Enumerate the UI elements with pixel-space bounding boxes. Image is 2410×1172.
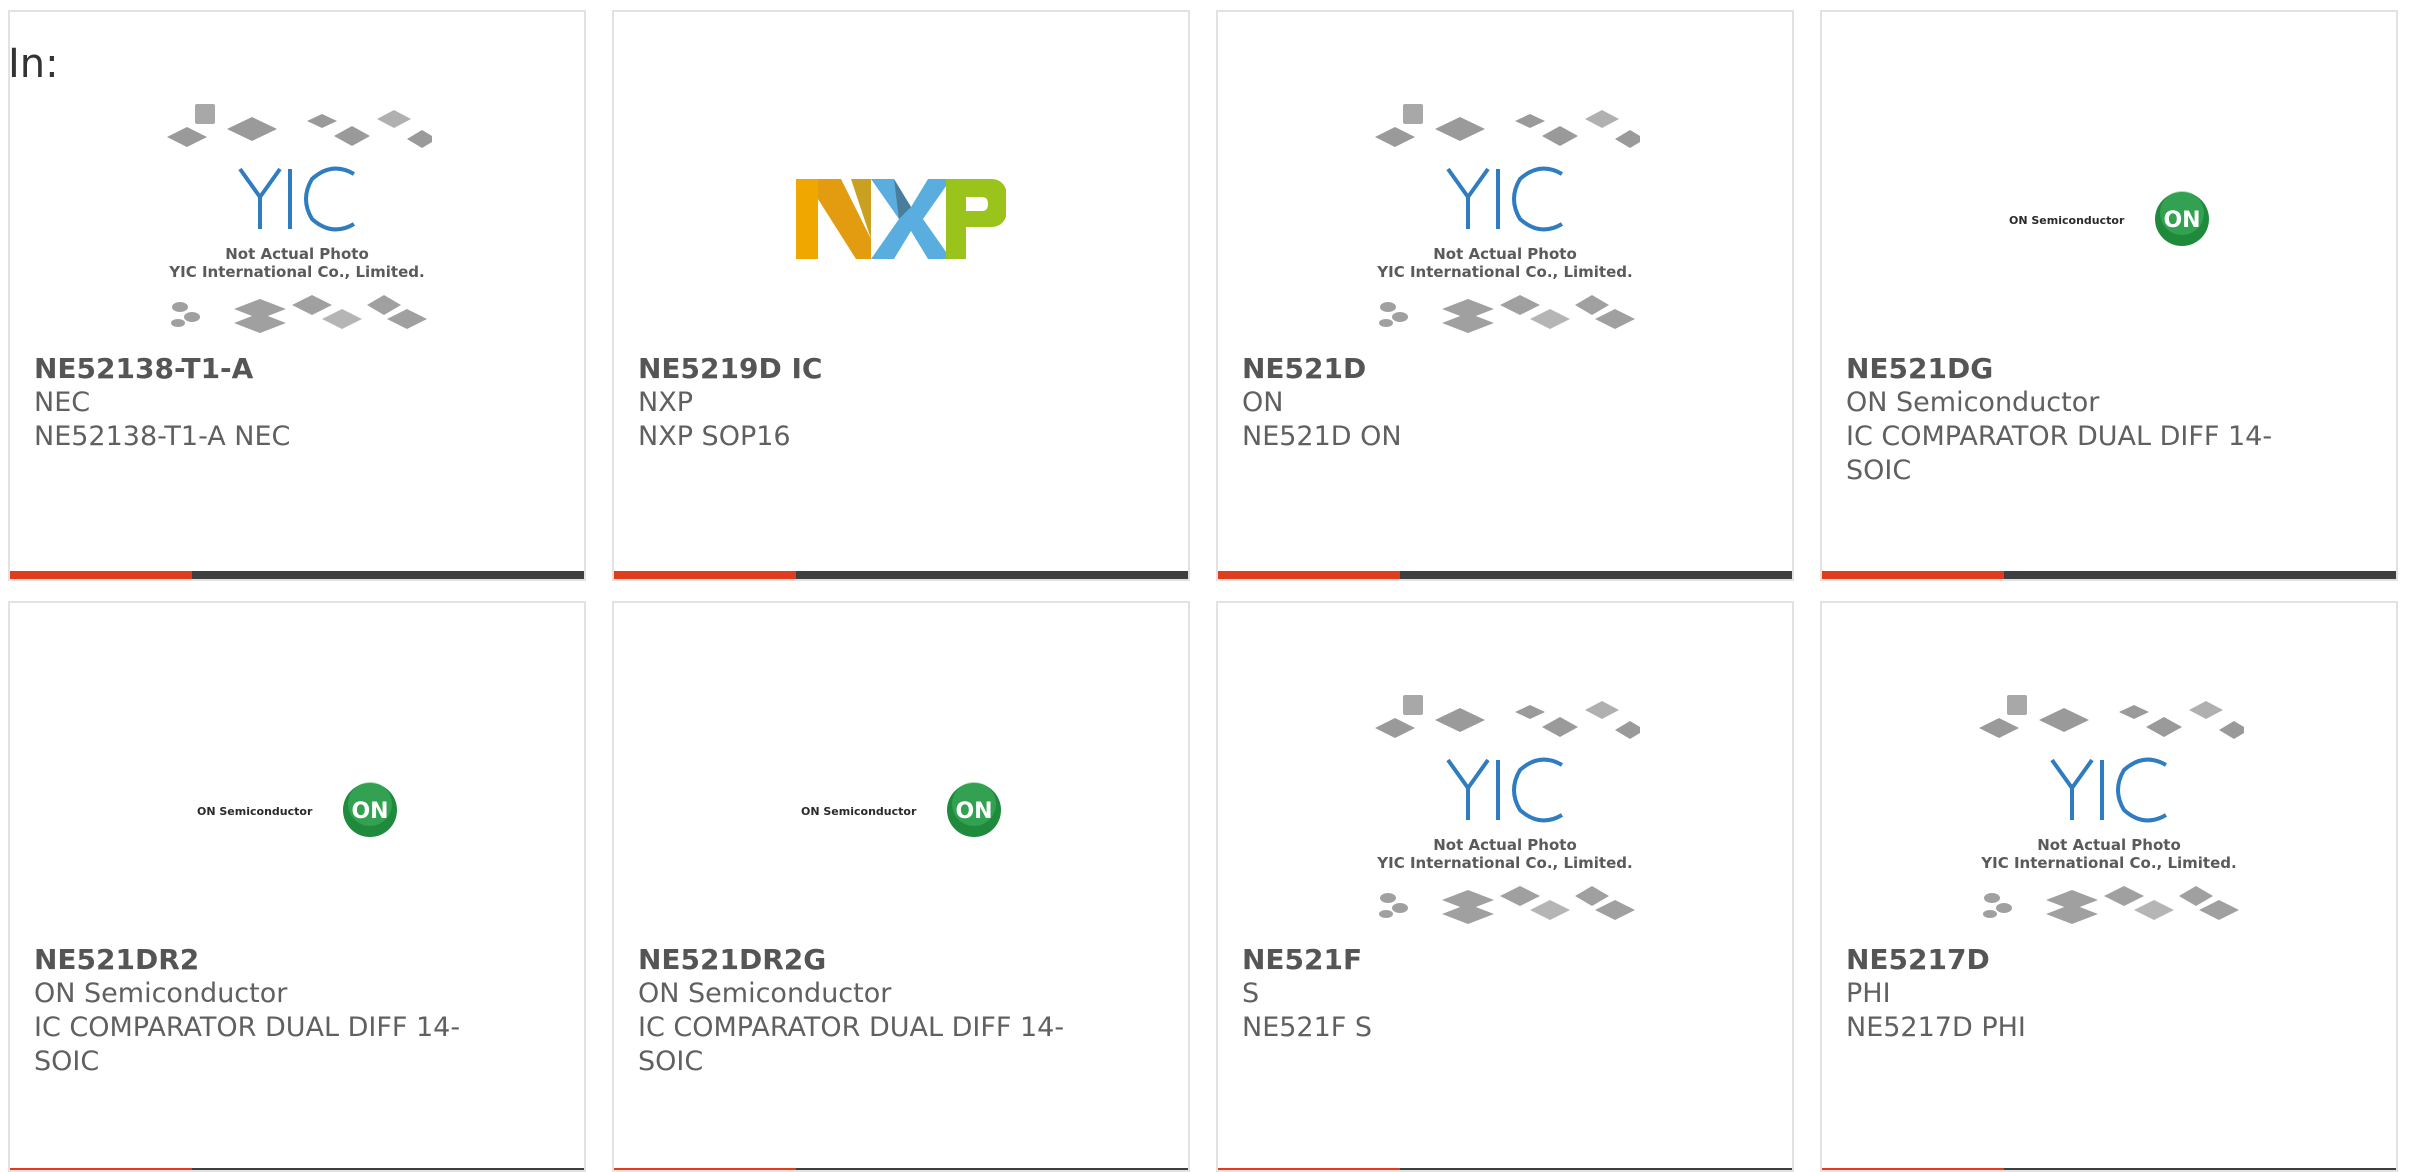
product-info: NE5217D PHI NE5217D PHI xyxy=(1846,943,2366,1045)
product-card[interactable]: ON Semiconductor ON NE521DR2 ON Semicond… xyxy=(8,601,586,1172)
description: IC COMPARATOR DUAL DIFF 14-SOIC xyxy=(34,1012,461,1077)
on-semiconductor-logo-icon: ON Semiconductor ON xyxy=(2009,191,2209,246)
part-number[interactable]: NE521D xyxy=(1242,352,1762,386)
brand: ON Semiconductor xyxy=(638,978,892,1009)
card-bottom-accent xyxy=(1218,571,1400,579)
product-info: NE521DR2 ON Semiconductor IC COMPARATOR … xyxy=(34,943,554,1079)
yic-caption-line2: YIC International Co., Limited. xyxy=(168,263,424,281)
part-number[interactable]: NE5219D IC xyxy=(638,352,1158,386)
product-image[interactable]: Not Actual Photo YIC International Co., … xyxy=(1218,675,1792,945)
brand: NXP xyxy=(638,387,693,418)
yic-placeholder-logo-icon: Not Actual Photo YIC International Co., … xyxy=(1375,695,1640,924)
yic-caption-line2: YIC International Co., Limited. xyxy=(1980,854,2236,872)
product-card[interactable]: ON Semiconductor ON NE521DR2G ON Semicon… xyxy=(612,601,1190,1172)
yic-caption-line2: YIC International Co., Limited. xyxy=(1376,854,1632,872)
part-number[interactable]: NE5217D xyxy=(1846,943,2366,977)
description: NE521D ON xyxy=(1242,421,1402,452)
on-semiconductor-logo-icon: ON Semiconductor ON xyxy=(801,782,1001,837)
product-info: NE521F S NE521F S xyxy=(1242,943,1762,1045)
description: NE52138-T1-A NEC xyxy=(34,421,291,452)
card-bottom-accent xyxy=(10,571,192,579)
description: IC COMPARATOR DUAL DIFF 14-SOIC xyxy=(1846,421,2273,486)
on-badge: ON xyxy=(2163,208,2200,233)
card-bottom-accent xyxy=(1822,571,2004,579)
on-wordmark: ON Semiconductor xyxy=(801,805,917,818)
card-bottom-accent xyxy=(614,1168,796,1170)
brand: ON Semiconductor xyxy=(34,978,288,1009)
filter-in-label: In: xyxy=(8,41,59,87)
on-semiconductor-logo-icon: ON Semiconductor ON xyxy=(197,782,397,837)
description: NE521F S xyxy=(1242,1012,1373,1043)
product-image[interactable]: Not Actual Photo YIC International Co., … xyxy=(1218,84,1792,354)
on-badge: ON xyxy=(351,799,388,824)
yic-caption-line1: Not Actual Photo xyxy=(1433,836,1577,854)
brand: ON xyxy=(1242,387,1284,418)
card-bottom-accent xyxy=(614,571,796,579)
product-image[interactable]: Not Actual Photo YIC International Co., … xyxy=(10,84,584,354)
yic-placeholder-logo-icon: Not Actual Photo YIC International Co., … xyxy=(1979,695,2244,924)
yic-caption-line1: Not Actual Photo xyxy=(1433,245,1577,263)
product-card[interactable]: Not Actual Photo YIC International Co., … xyxy=(1216,601,1794,1172)
yic-placeholder-logo-icon: Not Actual Photo YIC International Co., … xyxy=(167,104,432,333)
product-image[interactable]: ON Semiconductor ON xyxy=(614,675,1188,945)
card-bottom-accent xyxy=(1822,1168,2004,1170)
part-number[interactable]: NE521F xyxy=(1242,943,1762,977)
nxp-logo-icon xyxy=(796,179,1006,259)
product-card[interactable]: ON Semiconductor ON NE521DG ON Semicondu… xyxy=(1820,10,2398,581)
product-grid: Not Actual Photo YIC International Co., … xyxy=(8,10,2398,1172)
yic-caption-line1: Not Actual Photo xyxy=(2037,836,2181,854)
product-card[interactable]: NE5219D IC NXP NXP SOP16 xyxy=(612,10,1190,581)
description: NE5217D PHI xyxy=(1846,1012,2026,1043)
brand: PHI xyxy=(1846,978,1891,1009)
description: IC COMPARATOR DUAL DIFF 14-SOIC xyxy=(638,1012,1065,1077)
product-image[interactable]: ON Semiconductor ON xyxy=(1822,84,2396,354)
product-image[interactable] xyxy=(614,84,1188,354)
yic-caption-line1: Not Actual Photo xyxy=(225,245,369,263)
product-card[interactable]: Not Actual Photo YIC International Co., … xyxy=(8,10,586,581)
yic-placeholder-logo-icon: Not Actual Photo YIC International Co., … xyxy=(1375,104,1640,333)
product-info: NE521DR2G ON Semiconductor IC COMPARATOR… xyxy=(638,943,1158,1079)
on-badge: ON xyxy=(955,799,992,824)
product-info: NE52138-T1-A NEC NE52138-T1-A NEC xyxy=(34,352,554,454)
product-info: NE521D ON NE521D ON xyxy=(1242,352,1762,454)
product-image[interactable]: Not Actual Photo YIC International Co., … xyxy=(1822,675,2396,945)
part-number[interactable]: NE52138-T1-A xyxy=(34,352,554,386)
brand: S xyxy=(1242,978,1260,1009)
brand: ON Semiconductor xyxy=(1846,387,2100,418)
part-number[interactable]: NE521DG xyxy=(1846,352,2366,386)
description: NXP SOP16 xyxy=(638,421,791,452)
part-number[interactable]: NE521DR2 xyxy=(34,943,554,977)
product-info: NE5219D IC NXP NXP SOP16 xyxy=(638,352,1158,454)
part-number[interactable]: NE521DR2G xyxy=(638,943,1158,977)
brand: NEC xyxy=(34,387,91,418)
yic-caption-line2: YIC International Co., Limited. xyxy=(1376,263,1632,281)
card-bottom-accent xyxy=(1218,1168,1400,1170)
on-wordmark: ON Semiconductor xyxy=(197,805,313,818)
on-wordmark: ON Semiconductor xyxy=(2009,214,2125,227)
product-card[interactable]: Not Actual Photo YIC International Co., … xyxy=(1820,601,2398,1172)
card-bottom-accent xyxy=(10,1168,192,1170)
product-card[interactable]: Not Actual Photo YIC International Co., … xyxy=(1216,10,1794,581)
product-image[interactable]: ON Semiconductor ON xyxy=(10,675,584,945)
product-info: NE521DG ON Semiconductor IC COMPARATOR D… xyxy=(1846,352,2366,488)
